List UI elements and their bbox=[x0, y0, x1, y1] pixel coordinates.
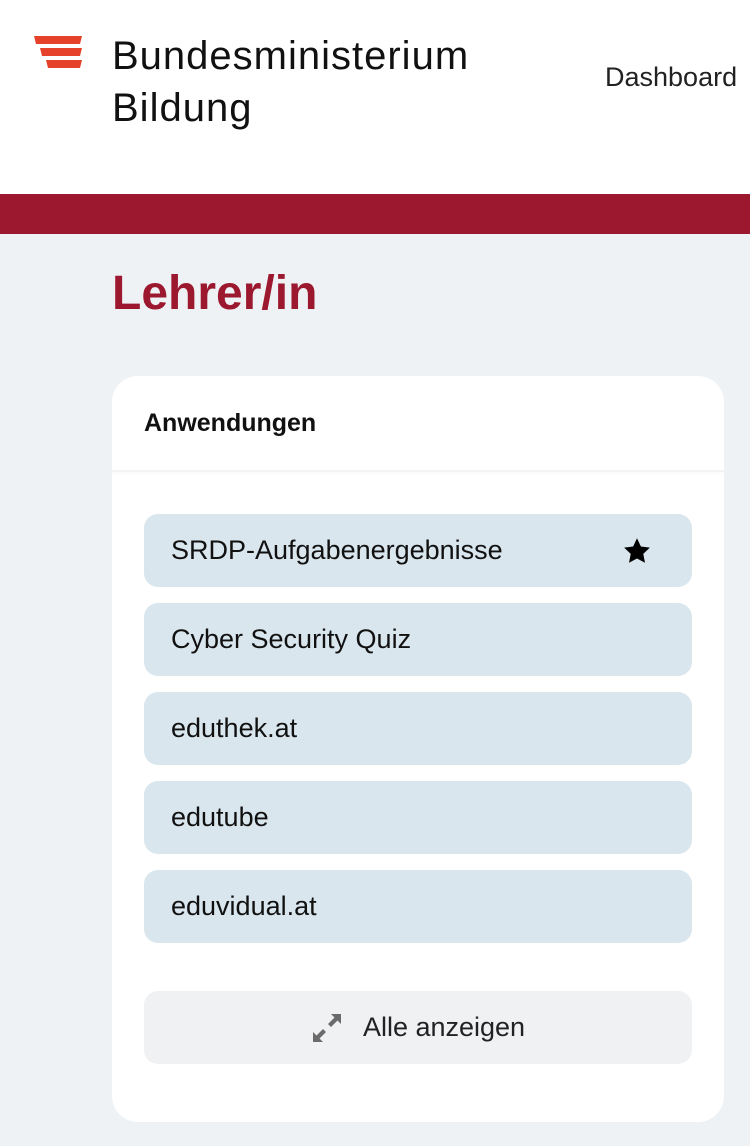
app-item-eduvidual[interactable]: eduvidual.at bbox=[144, 870, 692, 943]
app-item-label: edutube bbox=[171, 802, 269, 832]
applications-card: Anwendungen SRDP-Aufgabenergebnisse Cybe… bbox=[112, 376, 724, 1122]
page-title: Lehrer/in bbox=[112, 267, 318, 320]
logo-line-1: Bundesministerium bbox=[112, 34, 470, 78]
app-list: SRDP-Aufgabenergebnisse Cyber Security Q… bbox=[144, 514, 692, 959]
expand-icon bbox=[312, 1013, 341, 1042]
app-item-srdp[interactable]: SRDP-Aufgabenergebnisse bbox=[144, 514, 692, 587]
app-item-cyber-security-quiz[interactable]: Cyber Security Quiz bbox=[144, 603, 692, 676]
accent-bar bbox=[0, 194, 750, 234]
app-item-label: SRDP-Aufgabenergebnisse bbox=[171, 535, 503, 565]
ministry-logo-text[interactable]: Bundesministerium Bildung bbox=[112, 30, 469, 134]
app-item-label: eduvidual.at bbox=[171, 891, 317, 921]
nav-dashboard-link[interactable]: Dashboard bbox=[605, 62, 737, 93]
app-item-eduthek[interactable]: eduthek.at bbox=[144, 692, 692, 765]
logo-line-2: Bildung bbox=[112, 86, 253, 130]
app-item-label: eduthek.at bbox=[171, 713, 298, 743]
card-header: Anwendungen bbox=[112, 376, 724, 472]
site-header: Bundesministerium Bildung Dashboard bbox=[0, 0, 750, 194]
app-item-label: Cyber Security Quiz bbox=[171, 624, 412, 654]
card-title: Anwendungen bbox=[144, 408, 317, 437]
star-icon[interactable] bbox=[622, 536, 652, 566]
show-all-label: Alle anzeigen bbox=[362, 1012, 526, 1042]
show-all-button[interactable]: Alle anzeigen bbox=[144, 991, 692, 1064]
austria-flag-logo-icon bbox=[34, 36, 82, 68]
app-item-edutube[interactable]: edutube bbox=[144, 781, 692, 854]
